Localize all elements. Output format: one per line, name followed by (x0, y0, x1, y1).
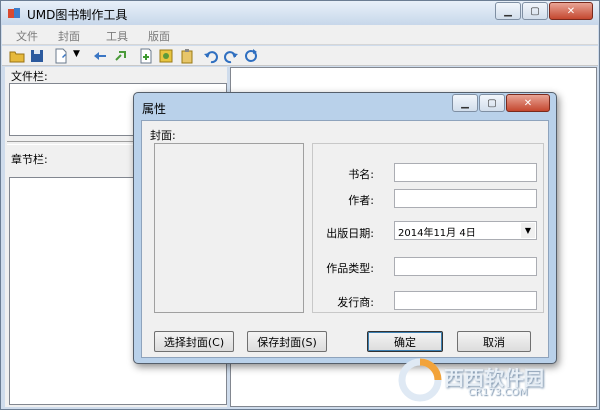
cover-preview (154, 143, 304, 313)
watermark: 西西软件园 CR173.COM (398, 358, 584, 402)
menu-bar: 文件 封面 工具 版面 (2, 25, 598, 45)
choose-cover-button[interactable]: 选择封面(C) (154, 331, 234, 352)
new-document-icon[interactable] (53, 48, 69, 64)
genre-field[interactable] (394, 257, 537, 276)
maximize-icon: ▢ (530, 5, 540, 17)
image-icon[interactable] (158, 48, 174, 64)
menu-cover[interactable]: 封面 (58, 28, 80, 44)
save-icon[interactable] (29, 48, 45, 64)
refresh-icon[interactable] (243, 48, 259, 64)
author-field[interactable] (394, 189, 537, 208)
clipboard-icon[interactable] (179, 48, 195, 64)
menu-tools[interactable]: 工具 (106, 28, 128, 44)
menu-layout[interactable]: 版面 (148, 28, 170, 44)
close-icon: ✕ (566, 5, 576, 17)
minimize-button[interactable]: ▁ (495, 2, 521, 20)
choose-cover-label: 选择封面(C) (163, 335, 225, 349)
chapters-panel-label: 章节栏: (11, 153, 48, 166)
ok-label: 确定 (394, 335, 416, 349)
link-icon[interactable] (113, 48, 129, 64)
files-panel-label: 文件栏: (11, 70, 48, 83)
book-name-field[interactable] (394, 163, 537, 182)
open-folder-icon[interactable] (9, 48, 25, 64)
app-icon (8, 8, 20, 18)
maximize-button[interactable]: ▢ (522, 2, 548, 20)
date-dropdown-button[interactable]: ▼ (521, 223, 535, 238)
chevron-down-icon: ▼ (524, 226, 532, 235)
cancel-label: 取消 (483, 335, 505, 349)
arrow-left-icon[interactable] (92, 48, 108, 64)
dialog-body: 封面: 书名: 作者: 出版日期: 2014年11月 4日 ▼ 作品类型: 发行… (141, 120, 549, 358)
publish-date-value: 2014年11月 4日 (398, 228, 476, 239)
ok-button[interactable]: 确定 (367, 331, 443, 352)
toolbar: ▼ (2, 46, 598, 66)
publish-date-picker[interactable]: 2014年11月 4日 ▼ (394, 221, 537, 240)
title-bar: UMD图书制作工具 ▁ ▢ ✕ (1, 1, 599, 25)
cover-label: 封面: (150, 129, 176, 142)
window-title: UMD图书制作工具 (27, 8, 128, 22)
book-name-label: 书名: (348, 168, 374, 181)
close-icon: ✕ (523, 97, 533, 109)
menu-file[interactable]: 文件 (16, 28, 38, 44)
genre-label: 作品类型: (326, 262, 374, 275)
minimize-icon: ▁ (504, 5, 512, 17)
dropdown-arrow-icon[interactable]: ▼ (73, 49, 80, 59)
save-cover-label: 保存封面(S) (257, 335, 317, 349)
watermark-url: CR173.COM (468, 387, 528, 398)
author-label: 作者: (348, 194, 374, 207)
redo-icon[interactable] (223, 48, 239, 64)
maximize-icon: ▢ (487, 97, 497, 109)
add-page-icon[interactable] (138, 48, 154, 64)
save-cover-button[interactable]: 保存封面(S) (247, 331, 327, 352)
undo-icon[interactable] (203, 48, 219, 64)
dialog-minimize-button[interactable]: ▁ (452, 94, 478, 112)
publisher-label: 发行商: (337, 296, 374, 309)
close-button[interactable]: ✕ (549, 2, 593, 20)
dialog-maximize-button[interactable]: ▢ (479, 94, 505, 112)
dialog-title: 属性 (142, 102, 167, 116)
properties-dialog: 属性 ▁ ▢ ✕ 封面: 书名: 作者: 出版日期: 2014年11月 4日 ▼… (133, 92, 557, 364)
publisher-field[interactable] (394, 291, 537, 310)
dialog-close-button[interactable]: ✕ (506, 94, 550, 112)
cancel-button[interactable]: 取消 (457, 331, 531, 352)
minimize-icon: ▁ (461, 97, 469, 109)
publish-date-label: 出版日期: (326, 227, 374, 240)
